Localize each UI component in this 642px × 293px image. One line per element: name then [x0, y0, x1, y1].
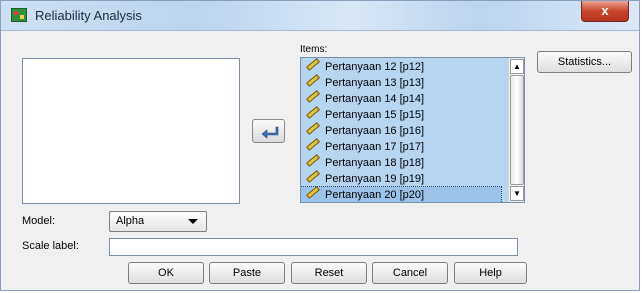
scale-variable-icon — [306, 154, 320, 167]
list-item-label: Pertanyaan 19 [p19] — [325, 173, 425, 185]
list-item-label: Pertanyaan 12 [p12] — [325, 61, 425, 73]
scale-variable-icon — [306, 106, 320, 119]
scale-variable-icon — [306, 186, 320, 199]
model-dropdown[interactable]: Alpha — [109, 211, 207, 232]
app-icon — [11, 8, 27, 22]
move-to-items-button[interactable] — [252, 119, 285, 143]
list-item[interactable]: Pertanyaan 18 [p18] — [301, 154, 501, 171]
list-item[interactable]: Pertanyaan 12 [p12] — [301, 58, 501, 75]
list-item-label: Pertanyaan 14 [p14] — [325, 93, 425, 105]
chevron-down-icon — [188, 219, 198, 224]
cancel-button[interactable]: Cancel — [372, 262, 448, 284]
list-item[interactable]: Pertanyaan 20 [p20] — [301, 186, 502, 202]
scale-label-input[interactable] — [109, 238, 518, 256]
scale-variable-icon — [306, 58, 320, 71]
scale-variable-icon — [306, 138, 320, 151]
scroll-down-button[interactable]: ▼ — [510, 186, 524, 201]
list-item[interactable]: Pertanyaan 14 [p14] — [301, 90, 501, 107]
list-item-label: Pertanyaan 13 [p13] — [325, 77, 425, 89]
scale-variable-icon — [306, 90, 320, 103]
list-item[interactable]: Pertanyaan 15 [p15] — [301, 106, 501, 123]
close-button[interactable]: x — [581, 1, 629, 22]
move-arrow-icon — [261, 126, 279, 139]
source-variable-list[interactable] — [22, 58, 240, 204]
scale-variable-icon — [306, 170, 320, 183]
items-scrollbar[interactable]: ▲ ▼ — [508, 58, 524, 202]
scale-variable-icon — [306, 122, 320, 135]
model-label: Model: — [22, 215, 56, 227]
items-label: Items: — [300, 44, 328, 55]
list-item[interactable]: Pertanyaan 13 [p13] — [301, 74, 501, 91]
list-item[interactable]: Pertanyaan 17 [p17] — [301, 138, 501, 155]
list-item-label: Pertanyaan 16 [p16] — [325, 125, 425, 137]
list-item-label: Pertanyaan 18 [p18] — [325, 157, 425, 169]
list-item-label: Pertanyaan 15 [p15] — [325, 109, 425, 121]
model-value: Alpha — [116, 215, 145, 227]
scroll-up-button[interactable]: ▲ — [510, 59, 524, 74]
title-bar: Reliability Analysis x — [1, 1, 639, 31]
scale-label-label: Scale label: — [22, 240, 79, 252]
list-item-label: Pertanyaan 20 [p20] — [325, 189, 425, 201]
scroll-thumb[interactable] — [510, 75, 524, 185]
list-item-label: Pertanyaan 17 [p17] — [325, 141, 425, 153]
window-title: Reliability Analysis — [35, 8, 142, 23]
ok-button[interactable]: OK — [128, 262, 204, 284]
list-item[interactable]: Pertanyaan 19 [p19] — [301, 170, 501, 187]
paste-button[interactable]: Paste — [209, 262, 285, 284]
reliability-analysis-dialog: Reliability Analysis x Items: Pertanyaan… — [0, 0, 640, 291]
reset-button[interactable]: Reset — [291, 262, 367, 284]
scale-variable-icon — [306, 74, 320, 87]
help-button[interactable]: Help — [454, 262, 527, 284]
statistics-button[interactable]: Statistics... — [537, 51, 632, 73]
list-item[interactable]: Pertanyaan 16 [p16] — [301, 122, 501, 139]
items-list[interactable]: Pertanyaan 12 [p12] Pertanyaan 13 [p13] Pe… — [300, 57, 525, 203]
